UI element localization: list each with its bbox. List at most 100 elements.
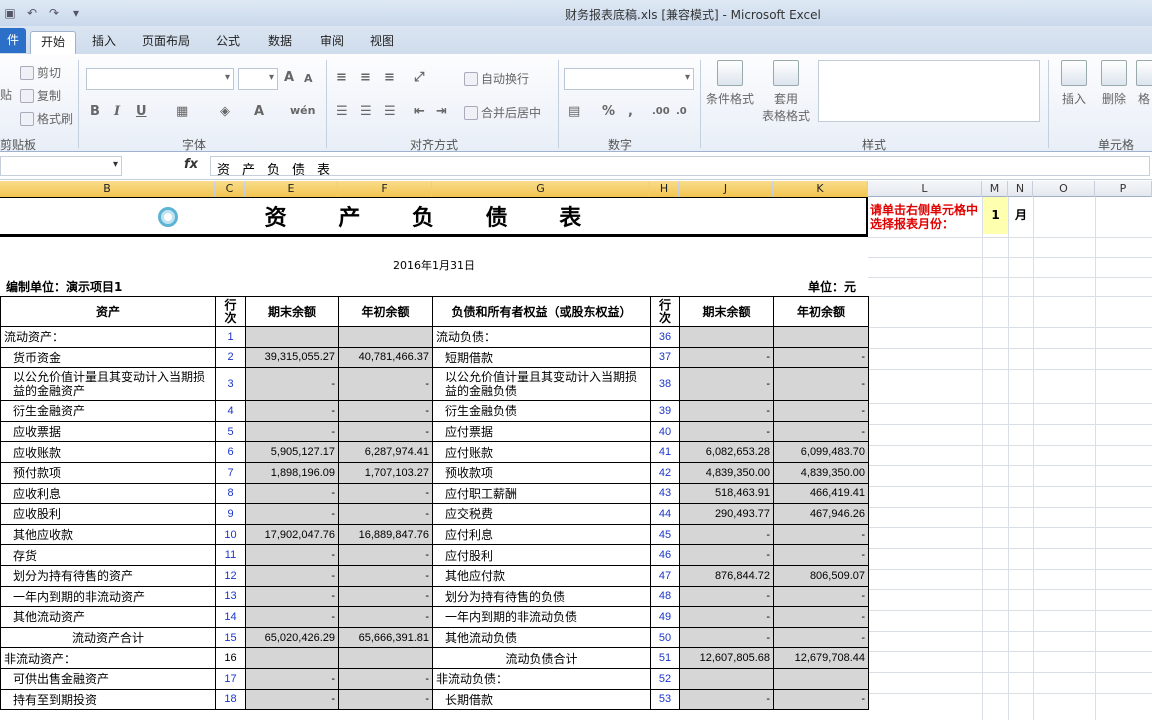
asset-end-cell[interactable]: - [245,564,339,587]
column-header-k[interactable]: K [773,181,868,197]
liab-name-cell[interactable]: 划分为持有待售的负债 [432,585,651,608]
asset-begin-cell[interactable]: - [338,564,433,587]
liab-line-cell[interactable]: 37 [650,346,680,369]
insert-function-button[interactable]: fx [184,157,198,172]
column-header-m[interactable]: M [982,181,1008,197]
grow-font-button[interactable]: A [284,70,294,85]
asset-end-cell[interactable]: 65,020,426.29 [245,626,339,649]
decrease-indent-icon[interactable]: ⇤ [414,104,425,119]
liab-end-cell[interactable]: - [679,420,774,443]
asset-line-cell[interactable]: 17 [215,667,246,690]
align-middle-icon[interactable]: ≡ [360,70,371,85]
liab-begin-cell[interactable]: - [773,400,869,422]
liab-end-cell[interactable]: 518,463.91 [679,482,774,505]
asset-name-cell[interactable]: 应收票据 [0,420,216,443]
liab-name-cell[interactable]: 预收款项 [432,461,651,484]
worksheet[interactable]: 资 产 负 债 表 请单击右侧单元格中选择报表月份： 1 月 2016年1月31… [0,197,1152,720]
asset-end-cell[interactable]: 39,315,055.27 [245,346,339,369]
format-cells-button[interactable]: 格 [1136,60,1152,107]
asset-line-cell[interactable]: 14 [215,606,246,628]
cut-button[interactable]: 剪切 [20,64,61,81]
asset-end-cell[interactable]: 1,898,196.09 [245,461,339,484]
asset-line-cell[interactable]: 9 [215,503,246,525]
wrap-text-button[interactable]: 自动换行 [464,70,529,87]
increase-decimal-icon[interactable]: .00 [652,106,670,117]
bold-button[interactable]: B [90,104,100,119]
asset-begin-cell[interactable]: - [338,400,433,422]
asset-end-cell[interactable]: - [245,400,339,422]
asset-line-cell[interactable]: 18 [215,688,246,711]
liab-begin-cell[interactable]: - [773,420,869,443]
tab-page-layout[interactable]: 页面布局 [136,31,196,54]
save-icon[interactable]: ▣ [0,4,20,22]
asset-line-cell[interactable]: 5 [215,420,246,443]
asset-begin-cell[interactable]: - [338,503,433,525]
redo-icon[interactable]: ↷ [44,4,64,22]
column-header-c[interactable]: C [215,181,245,197]
liab-name-cell[interactable]: 应付账款 [432,441,651,463]
formula-input[interactable]: 资产负债表 [210,156,1150,178]
liab-begin-cell[interactable]: - [773,606,869,628]
format-as-table-button[interactable]: 套用 表格格式 [756,60,816,124]
asset-end-cell[interactable]: - [245,667,339,690]
asset-end-cell[interactable]: - [245,503,339,525]
asset-name-cell[interactable]: 流动资产： [0,326,216,348]
number-format-combo[interactable] [564,68,694,90]
header-begin[interactable]: 年初余额 [338,296,433,327]
underline-button[interactable]: U [136,104,147,119]
liab-begin-cell[interactable]: - [773,626,869,649]
liab-end-cell[interactable] [679,326,774,348]
asset-line-cell[interactable]: 11 [215,544,246,566]
column-header-h[interactable]: H [650,181,679,197]
tab-home[interactable]: 开始 [30,31,76,54]
align-bottom-icon[interactable]: ≡ [384,70,395,85]
asset-end-cell[interactable]: - [245,585,339,608]
asset-end-cell[interactable]: 5,905,127.17 [245,441,339,463]
liab-end-cell[interactable]: - [679,585,774,608]
liab-begin-cell[interactable]: 4,839,350.00 [773,461,869,484]
liab-name-cell[interactable]: 应付职工薪酬 [432,482,651,505]
liab-line-cell[interactable]: 36 [650,326,680,348]
month-select-cell[interactable]: 1 [983,197,1008,234]
asset-name-cell[interactable]: 划分为持有待售的资产 [0,564,216,587]
liab-name-cell[interactable]: 流动负债合计 [432,647,651,669]
asset-begin-cell[interactable]: - [338,367,433,402]
liab-line-cell[interactable]: 42 [650,461,680,484]
asset-line-cell[interactable]: 6 [215,441,246,463]
column-header-j[interactable]: J [679,181,773,197]
italic-button[interactable]: I [114,104,120,119]
decrease-decimal-icon[interactable]: .0 [676,106,687,117]
header-asset[interactable]: 资产 [0,296,216,327]
liab-begin-cell[interactable]: 466,419.41 [773,482,869,505]
asset-name-cell[interactable]: 其他流动资产 [0,606,216,628]
font-color-button[interactable]: A [254,104,264,119]
column-header-f[interactable]: F [338,181,432,197]
asset-name-cell[interactable]: 货币资金 [0,346,216,369]
asset-name-cell[interactable]: 应收股利 [0,503,216,525]
asset-name-cell[interactable]: 预付款项 [0,461,216,484]
align-left-icon[interactable]: ☰ [336,104,348,119]
liab-line-cell[interactable]: 47 [650,564,680,587]
asset-begin-cell[interactable]: 1,707,103.27 [338,461,433,484]
liab-line-cell[interactable]: 52 [650,667,680,690]
liab-name-cell[interactable]: 衍生金融负债 [432,400,651,422]
liab-line-cell[interactable]: 43 [650,482,680,505]
asset-begin-cell[interactable]: - [338,606,433,628]
asset-begin-cell[interactable] [338,326,433,348]
liab-line-cell[interactable]: 39 [650,400,680,422]
asset-line-cell[interactable]: 15 [215,626,246,649]
asset-begin-cell[interactable]: - [338,482,433,505]
tab-formulas[interactable]: 公式 [210,31,246,54]
liab-line-cell[interactable]: 48 [650,585,680,608]
liab-begin-cell[interactable]: - [773,367,869,402]
liab-begin-cell[interactable]: - [773,523,869,546]
fill-color-icon[interactable]: ◈ [220,104,230,119]
title-cell[interactable]: 资 产 负 债 表 [0,197,868,237]
liab-line-cell[interactable]: 53 [650,688,680,711]
liab-name-cell[interactable]: 其他应付款 [432,564,651,587]
currency-icon[interactable]: ▤ [568,104,580,119]
conditional-format-button[interactable]: 条件格式 [704,60,756,107]
liab-end-cell[interactable]: 6,082,653.28 [679,441,774,463]
liab-line-cell[interactable]: 45 [650,523,680,546]
liab-line-cell[interactable]: 50 [650,626,680,649]
